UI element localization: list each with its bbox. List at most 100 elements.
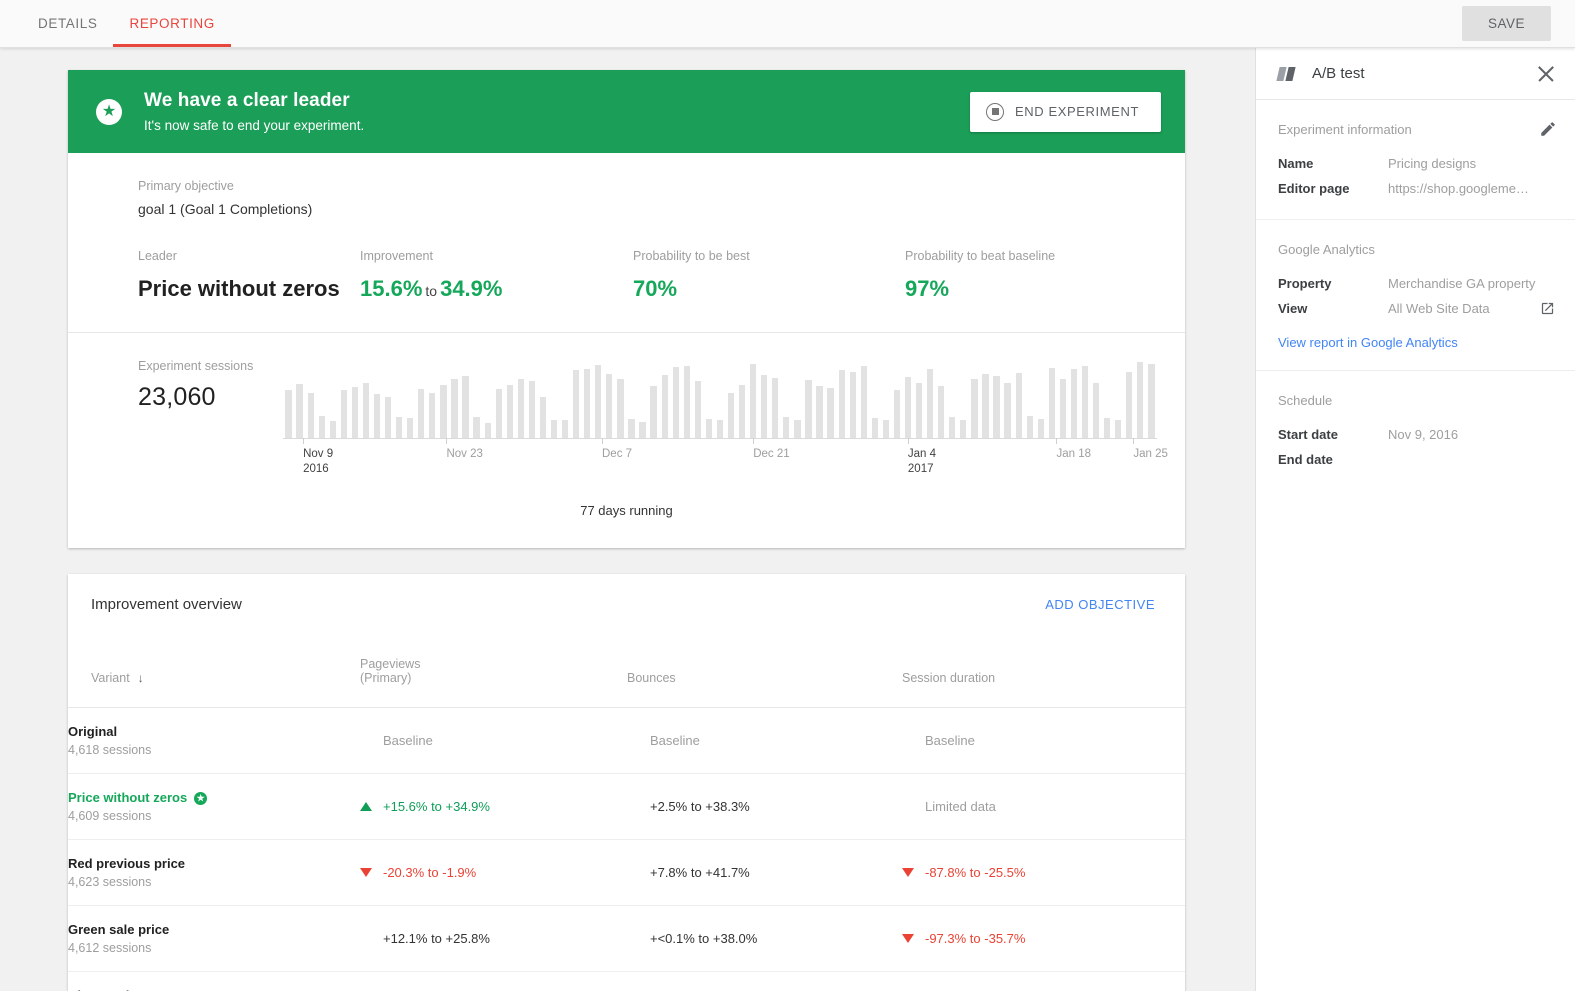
- chart-bar: [706, 419, 712, 438]
- variant-cell: Price without zeros★4,609 sessions: [68, 774, 360, 840]
- sessions-summary: Experiment sessions 23,060: [138, 357, 283, 485]
- pageviews-cell-value: -20.3% to -1.9%: [383, 865, 476, 880]
- improvement-overview-card: Improvement overview ADD OBJECTIVE Varia…: [68, 574, 1185, 991]
- session-duration-cell-content: -97.3% to -35.7%: [902, 931, 1185, 946]
- panel-field-key: Start date: [1278, 427, 1388, 442]
- chart-bar: [650, 386, 656, 438]
- variant-sessions: 4,612 sessions: [68, 941, 360, 955]
- panel-section-title: Experiment information: [1278, 122, 1555, 137]
- chart-bar: [861, 366, 867, 438]
- pageviews-cell-content: +12.1% to +25.8%: [360, 931, 627, 946]
- chart-bar: [1004, 383, 1010, 438]
- overview-title: Improvement overview: [91, 596, 242, 613]
- chart-bar: [1137, 362, 1143, 438]
- table-row[interactable]: Bigger price4,598 sessions+<0.1% to +1.4…: [68, 972, 1185, 991]
- axis-tick-label-line1: Dec 7: [602, 447, 632, 462]
- session-duration-cell-content: Baseline: [902, 733, 1185, 748]
- chart-bar: [1038, 419, 1044, 438]
- edit-pencil-icon[interactable]: [1539, 120, 1557, 138]
- topbar-spacer: [231, 0, 1462, 47]
- column-header-bounces[interactable]: Bounces: [627, 635, 902, 708]
- panel-field-value: Merchandise GA property: [1388, 276, 1555, 291]
- axis-tick-label: Jan 25: [1133, 447, 1168, 462]
- bounces-cell-content: +7.8% to +41.7%: [627, 865, 902, 880]
- panel-field-key: View: [1278, 301, 1388, 316]
- chart-bar: [816, 386, 822, 438]
- chart-bar: [883, 420, 889, 438]
- panel-field: NamePricing designs: [1278, 151, 1555, 176]
- variant-sessions: 4,623 sessions: [68, 875, 360, 889]
- column-header-session-duration-label: Session duration: [902, 671, 995, 685]
- panel-field: PropertyMerchandise GA property: [1278, 271, 1555, 296]
- panel-section-title: Google Analytics: [1278, 242, 1555, 257]
- chart-bar: [728, 393, 734, 438]
- pageviews-cell-value: +12.1% to +25.8%: [383, 931, 490, 946]
- chart-bar: [695, 381, 701, 438]
- chart-bar: [529, 381, 535, 438]
- axis-tick-label-line1: Jan 25: [1133, 447, 1168, 462]
- chart-bar: [772, 378, 778, 438]
- chart-bar: [407, 418, 413, 438]
- pageviews-cell: -20.3% to -1.9%: [360, 840, 627, 906]
- session-duration-cell: Baseline: [902, 708, 1185, 774]
- table-header-row: Variant↓ Pageviews (Primary) Bounces Ses…: [68, 635, 1185, 708]
- metric-probability-best: Probability to be best 70%: [633, 249, 905, 302]
- column-header-session-duration[interactable]: Session duration: [902, 635, 1185, 708]
- primary-objective-name: goal 1 (Goal 1 Completions): [138, 201, 1157, 217]
- tab-bar: DETAILS REPORTING: [22, 0, 231, 47]
- overview-header: Improvement overview ADD OBJECTIVE: [68, 574, 1185, 635]
- chart-bar: [551, 420, 557, 438]
- axis-tick-label-line2: 2017: [908, 462, 936, 477]
- chart-bar: [872, 418, 878, 438]
- column-header-variant[interactable]: Variant↓: [68, 635, 360, 708]
- bounces-cell-value: Baseline: [650, 733, 700, 748]
- chart-bar: [805, 380, 811, 438]
- add-objective-button[interactable]: ADD OBJECTIVE: [1045, 597, 1155, 612]
- view-report-link[interactable]: View report in Google Analytics: [1278, 335, 1458, 350]
- column-header-pageviews[interactable]: Pageviews (Primary): [360, 635, 627, 708]
- chart-bar: [396, 417, 402, 438]
- bounces-cell: Baseline: [627, 708, 902, 774]
- session-duration-cell-content: -87.8% to -25.5%: [902, 865, 1185, 880]
- metric-improvement: Improvement 15.6%to34.9%: [360, 249, 633, 302]
- tab-reporting[interactable]: REPORTING: [113, 0, 230, 47]
- bounces-cell: +<0.1% to +38.0%: [627, 906, 902, 972]
- open-in-new-icon[interactable]: [1540, 301, 1555, 316]
- metric-improvement-label: Improvement: [360, 249, 633, 263]
- chart-bar: [363, 383, 369, 438]
- table-row[interactable]: Red previous price 4,623 sessions -20.3% t…: [68, 840, 1185, 906]
- variant-name: Red previous price: [68, 856, 360, 871]
- top-bar: DETAILS REPORTING SAVE: [0, 0, 1575, 48]
- close-icon[interactable]: [1533, 61, 1559, 87]
- panel-field-value: All Web Site Data: [1388, 301, 1540, 316]
- tab-details[interactable]: DETAILS: [22, 0, 113, 47]
- primary-objective-label: Primary objective: [138, 179, 1157, 193]
- chart-bar: [573, 370, 579, 438]
- chart-bar: [562, 420, 568, 438]
- bounces-cell-content: +2.5% to +38.3%: [627, 799, 902, 814]
- variant-name: Price without zeros★: [68, 790, 360, 805]
- table-row[interactable]: Original4,618 sessionsBaselineBaselineBa…: [68, 708, 1185, 774]
- metric-probability-baseline: Probability to beat baseline 97%: [905, 249, 1055, 302]
- bounces-cell-value: +<0.1% to +38.0%: [650, 931, 757, 946]
- tab-reporting-label: REPORTING: [129, 16, 214, 31]
- end-experiment-button[interactable]: END EXPERIMENT: [970, 92, 1161, 132]
- save-button[interactable]: SAVE: [1462, 6, 1551, 41]
- table-row[interactable]: Price without zeros★4,609 sessions+15.6%…: [68, 774, 1185, 840]
- chart-bar: [1016, 373, 1022, 438]
- chart-bar: [794, 420, 800, 438]
- trend-down-icon: [360, 868, 372, 877]
- metric-leader-value: Price without zeros: [138, 276, 360, 302]
- chart-bar: [319, 416, 325, 438]
- metric-leader-label: Leader: [138, 249, 360, 263]
- chart-bar: [662, 375, 668, 438]
- chart-bar: [285, 390, 291, 438]
- chart-bar: [993, 376, 999, 438]
- table-row[interactable]: Green sale price4,612 sessions+12.1% to …: [68, 906, 1185, 972]
- panel-section: Google Analytics PropertyMerchandise GA p…: [1256, 219, 1575, 370]
- session-duration-cell-value: Limited data: [925, 799, 996, 814]
- chart-bar: [518, 379, 524, 438]
- axis-tick: [602, 438, 603, 444]
- bounces-cell-content: Baseline: [627, 733, 902, 748]
- metric-probability-baseline-label: Probability to beat baseline: [905, 249, 1055, 263]
